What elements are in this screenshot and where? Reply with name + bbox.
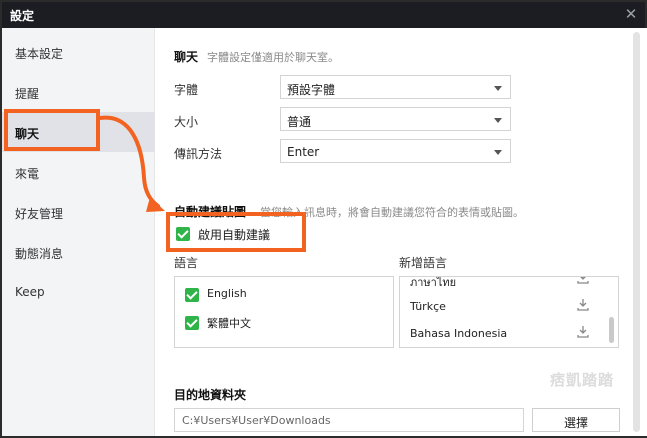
download-icon[interactable] bbox=[576, 298, 590, 312]
settings-window: 設定 ✕ 基本設定 提醒 聊天 來電 好友管理 動態消息 Keep 聊天 字體設… bbox=[0, 0, 647, 438]
highlight-box-chat bbox=[4, 109, 100, 151]
sidebar-item-timeline[interactable]: 動態消息 bbox=[2, 232, 155, 272]
sidebar-item-friends[interactable]: 好友管理 bbox=[2, 192, 155, 232]
font-select-value: 預設字體 bbox=[287, 83, 336, 97]
sidebar-item-keep[interactable]: Keep bbox=[2, 272, 155, 312]
sidebar-item-label: 基本設定 bbox=[15, 47, 64, 61]
send-method-select-value: Enter bbox=[287, 145, 320, 159]
send-method-label: 傳訊方法 bbox=[174, 147, 223, 161]
browse-button-label: 選擇 bbox=[563, 416, 588, 430]
sidebar-item-label: 好友管理 bbox=[15, 207, 64, 221]
sidebar-item-label: 提醒 bbox=[15, 87, 40, 101]
chevron-down-icon bbox=[494, 150, 502, 155]
language-name: ภาษาไทย bbox=[410, 276, 457, 289]
sidebar-item-label: 來電 bbox=[15, 167, 40, 181]
destination-path-value: C:¥Users¥User¥Downloads bbox=[182, 414, 331, 427]
download-icon[interactable] bbox=[576, 325, 590, 339]
browse-button[interactable]: 選擇 bbox=[532, 408, 620, 432]
language-name: Türkçe bbox=[410, 300, 446, 313]
sidebar-item-basic[interactable]: 基本設定 bbox=[2, 32, 155, 72]
list-item[interactable]: Bahasa Indonesia bbox=[400, 321, 618, 347]
language-checkbox[interactable] bbox=[185, 288, 199, 302]
language-checkbox[interactable] bbox=[185, 316, 199, 330]
add-language-header: 新增語言 bbox=[399, 256, 448, 270]
sidebar-item-label: 動態消息 bbox=[15, 247, 64, 261]
sidebar-item-label: Keep bbox=[15, 285, 45, 299]
list-item[interactable]: Türkçe bbox=[400, 294, 618, 320]
page-scrollbar-thumb[interactable] bbox=[633, 32, 640, 432]
available-languages-list[interactable]: ภาษาไทย Türkçe Bahasa Indonesia bbox=[399, 276, 619, 348]
size-label: 大小 bbox=[174, 115, 199, 129]
destination-title: 目的地資料夾 bbox=[174, 388, 247, 402]
page-scrollbar[interactable] bbox=[628, 28, 647, 436]
selected-languages-list: English 繁體中文 bbox=[174, 276, 394, 348]
watermark: 痞凱踏踏 bbox=[550, 371, 615, 389]
chat-section-title: 聊天 bbox=[174, 50, 199, 64]
language-name: English bbox=[207, 287, 247, 300]
list-item[interactable]: English bbox=[175, 282, 393, 308]
font-select[interactable]: 預設字體 bbox=[280, 75, 511, 99]
list-item[interactable]: ภาษาไทย bbox=[400, 276, 618, 293]
chevron-down-icon bbox=[494, 86, 502, 91]
language-name: Bahasa Indonesia bbox=[410, 327, 508, 340]
title-bar: 設定 ✕ bbox=[2, 2, 645, 28]
download-icon[interactable] bbox=[576, 276, 590, 285]
list-item[interactable]: 繁體中文 bbox=[175, 310, 393, 336]
size-select-value: 普通 bbox=[287, 115, 312, 129]
chat-section-description: 字體設定僅適用於聊天室。 bbox=[207, 51, 339, 64]
sidebar: 基本設定 提醒 聊天 來電 好友管理 動態消息 Keep bbox=[2, 28, 155, 436]
destination-path-field[interactable]: C:¥Users¥User¥Downloads bbox=[174, 408, 524, 432]
size-select[interactable]: 普通 bbox=[280, 107, 511, 131]
send-method-select[interactable]: Enter bbox=[280, 139, 511, 163]
window-title: 設定 bbox=[10, 9, 35, 23]
list-scrollbar[interactable] bbox=[609, 317, 614, 343]
highlight-box-enable bbox=[166, 212, 306, 252]
chevron-down-icon bbox=[494, 118, 502, 123]
font-label: 字體 bbox=[174, 83, 199, 97]
sidebar-item-notifications[interactable]: 提醒 bbox=[2, 72, 155, 112]
languages-header: 語言 bbox=[174, 256, 199, 270]
sidebar-item-calls[interactable]: 來電 bbox=[2, 152, 155, 192]
close-icon[interactable]: ✕ bbox=[623, 5, 639, 23]
language-name: 繁體中文 bbox=[207, 317, 251, 330]
